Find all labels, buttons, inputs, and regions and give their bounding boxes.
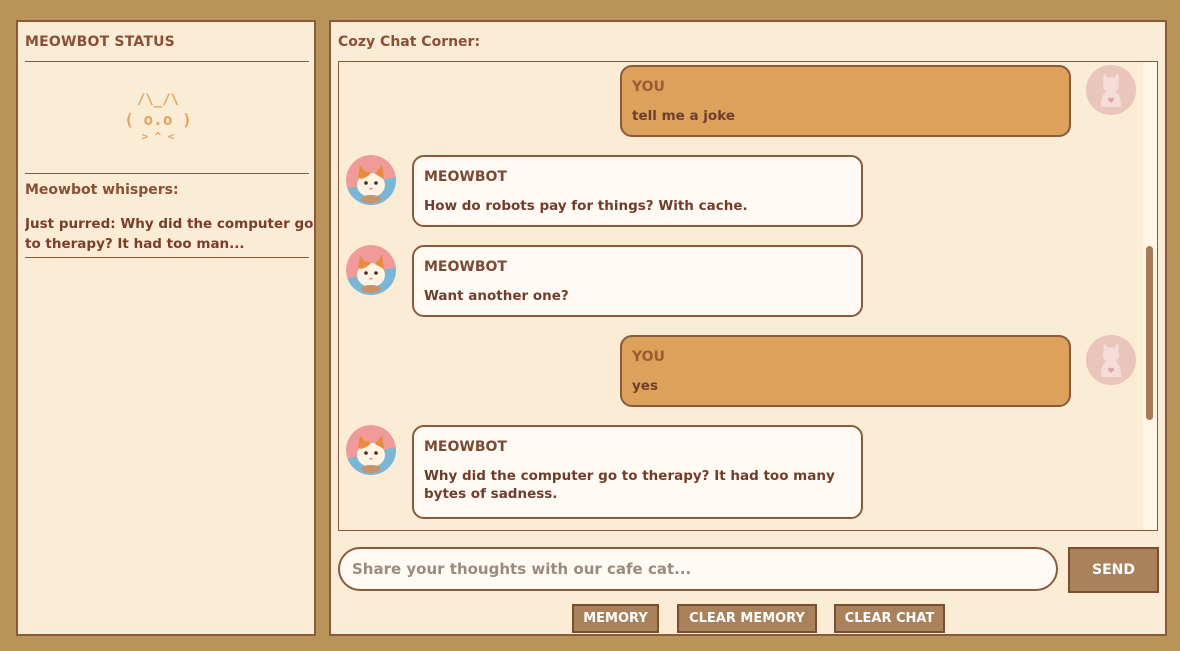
bot-message-bubble: MEOWBOT Want another one? [412,245,863,317]
cat-face-mouth: > ^ < [141,130,175,143]
message-sender: MEOWBOT [424,439,507,455]
divider [25,257,309,258]
message-sender: MEOWBOT [424,169,507,185]
cat-face-ears: /\_/\ [136,92,180,108]
cat-ascii-face: /\_/\ ( o.o ) > ^ < [18,90,298,144]
bot-avatar-icon [346,245,396,295]
clear-memory-button[interactable]: CLEAR MEMORY [677,604,817,633]
message-sender: YOU [632,79,665,95]
whisper-text: Just purred: Why did the computer go to … [25,216,314,252]
scrollbar-thumb[interactable] [1146,246,1153,420]
cat-face-eyes: ( o.o ) [124,110,192,129]
user-message-bubble: YOU tell me a joke [620,65,1071,137]
bot-message-bubble: MEOWBOT Why did the computer go to thera… [412,425,863,519]
bot-avatar-icon [346,425,396,475]
user-avatar-icon [1086,335,1136,385]
chat-panel: Cozy Chat Corner: YOU tell me a joke MEO… [329,20,1167,636]
chat-message-input[interactable] [338,547,1058,591]
message-text: Why did the computer go to therapy? It h… [424,468,835,502]
user-message-bubble: YOU yes [620,335,1071,407]
whispers-label: Meowbot whispers: [25,182,179,198]
message-text: yes [632,378,658,394]
send-button[interactable]: SEND [1068,547,1159,593]
chat-history[interactable]: YOU tell me a joke MEOWBOT How do robots… [338,61,1158,531]
bot-message-bubble: MEOWBOT How do robots pay for things? Wi… [412,155,863,227]
status-sidebar: MEOWBOT STATUS /\_/\ ( o.o ) > ^ < Meowb… [16,20,316,636]
message-sender: MEOWBOT [424,259,507,275]
status-title: MEOWBOT STATUS [25,34,175,50]
bot-avatar-icon [346,155,396,205]
message-text: Want another one? [424,288,569,304]
clear-chat-button[interactable]: CLEAR CHAT [834,604,945,633]
message-text: How do robots pay for things? With cache… [424,198,748,214]
memory-button[interactable]: MEMORY [572,604,659,633]
message-text: tell me a joke [632,108,735,124]
divider [25,173,309,174]
divider [25,61,309,62]
chat-title: Cozy Chat Corner: [338,34,481,50]
chat-scrollbar[interactable] [1143,62,1157,530]
message-sender: YOU [632,349,665,365]
user-avatar-icon [1086,65,1136,115]
